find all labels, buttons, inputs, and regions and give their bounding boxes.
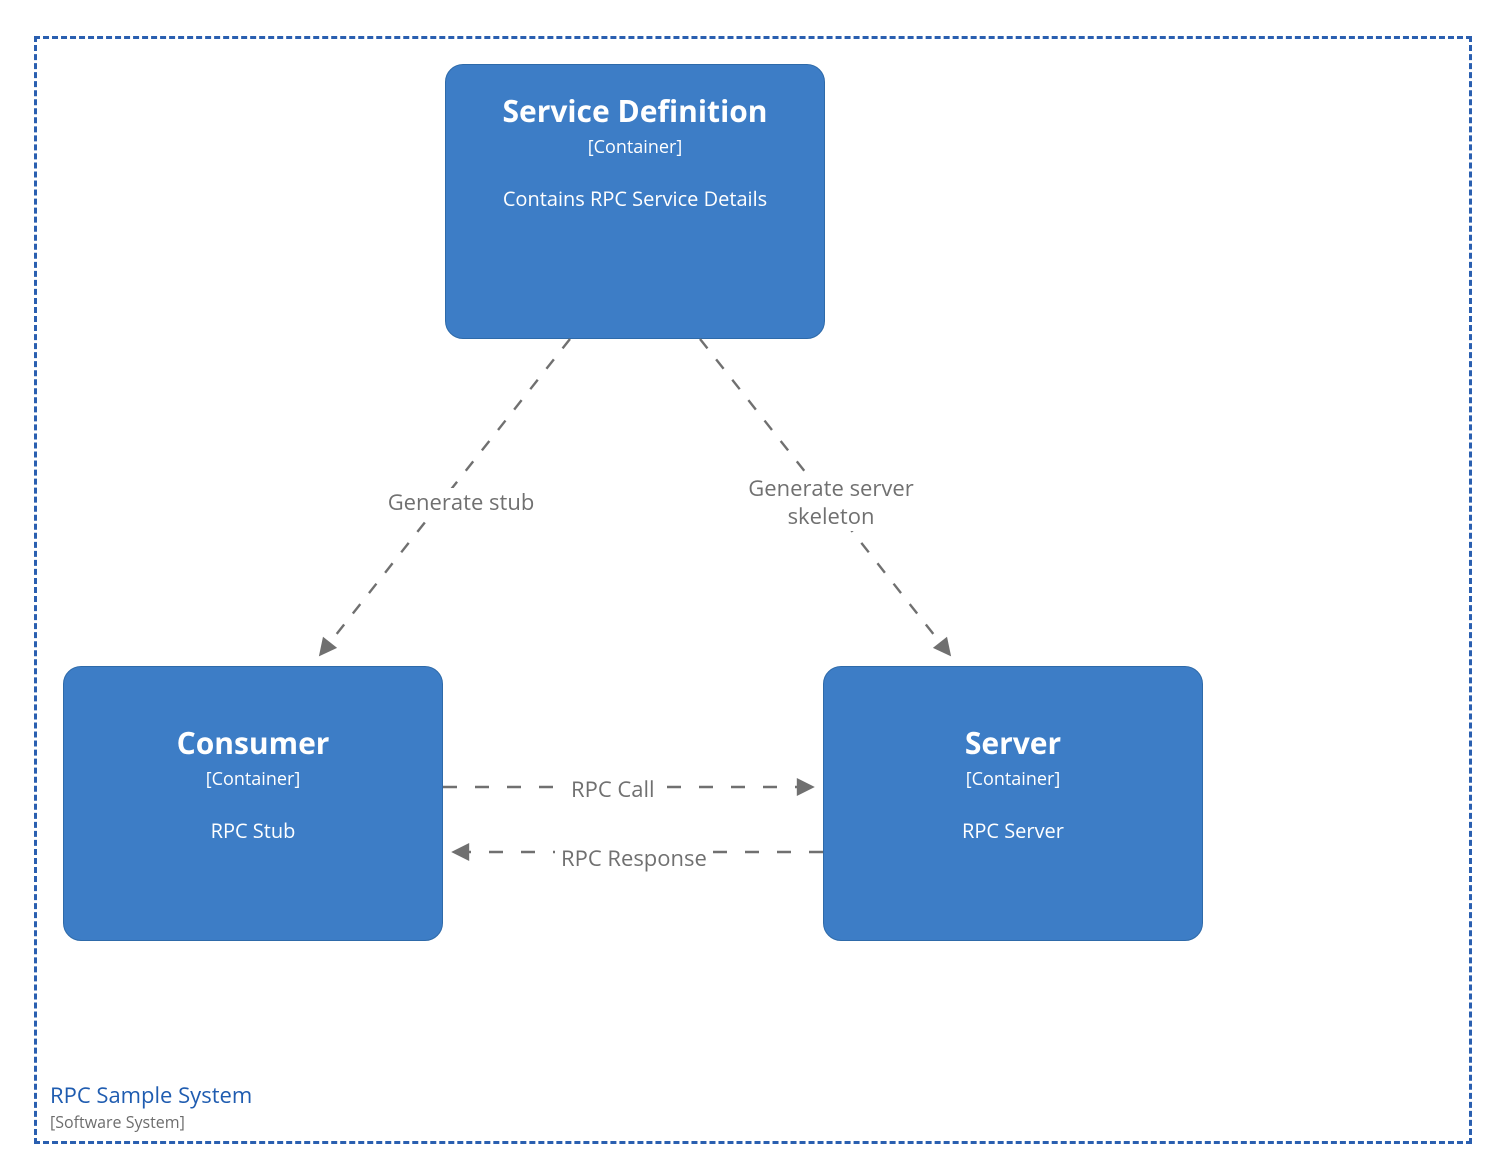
node-consumer-title: Consumer [64, 725, 442, 761]
node-consumer-type: [Container] [64, 767, 442, 791]
label-rpc-response-text: RPC Response [561, 843, 707, 873]
node-service-definition-type: [Container] [446, 135, 824, 159]
label-rpc-call: RPC Call [565, 775, 661, 805]
node-server: Server [Container] RPC Server [823, 666, 1203, 941]
boundary-subtitle: [Software System] [50, 1112, 252, 1132]
node-server-title: Server [824, 725, 1202, 761]
node-service-definition: Service Definition [Container] Contains … [445, 64, 825, 339]
diagram-stage: RPC Sample System [Software System] Serv… [0, 0, 1490, 1162]
boundary-title-block: RPC Sample System [Software System] [50, 1082, 252, 1132]
boundary-title: RPC Sample System [50, 1080, 252, 1110]
label-generate-stub-text: Generate stub [388, 487, 535, 517]
label-generate-skeleton-line1: Generate server [748, 473, 913, 503]
node-service-definition-desc: Contains RPC Service Details [446, 185, 824, 212]
node-server-desc: RPC Server [824, 817, 1202, 844]
label-generate-stub: Generate stub [370, 488, 552, 518]
node-service-definition-title: Service Definition [446, 93, 824, 129]
label-rpc-response: RPC Response [555, 844, 713, 874]
node-consumer-desc: RPC Stub [64, 817, 442, 844]
node-consumer: Consumer [Container] RPC Stub [63, 666, 443, 941]
label-rpc-call-text: RPC Call [571, 774, 655, 804]
label-generate-skeleton-line2: skeleton [788, 501, 875, 531]
label-generate-skeleton: Generate server skeleton [725, 474, 937, 531]
node-server-type: [Container] [824, 767, 1202, 791]
